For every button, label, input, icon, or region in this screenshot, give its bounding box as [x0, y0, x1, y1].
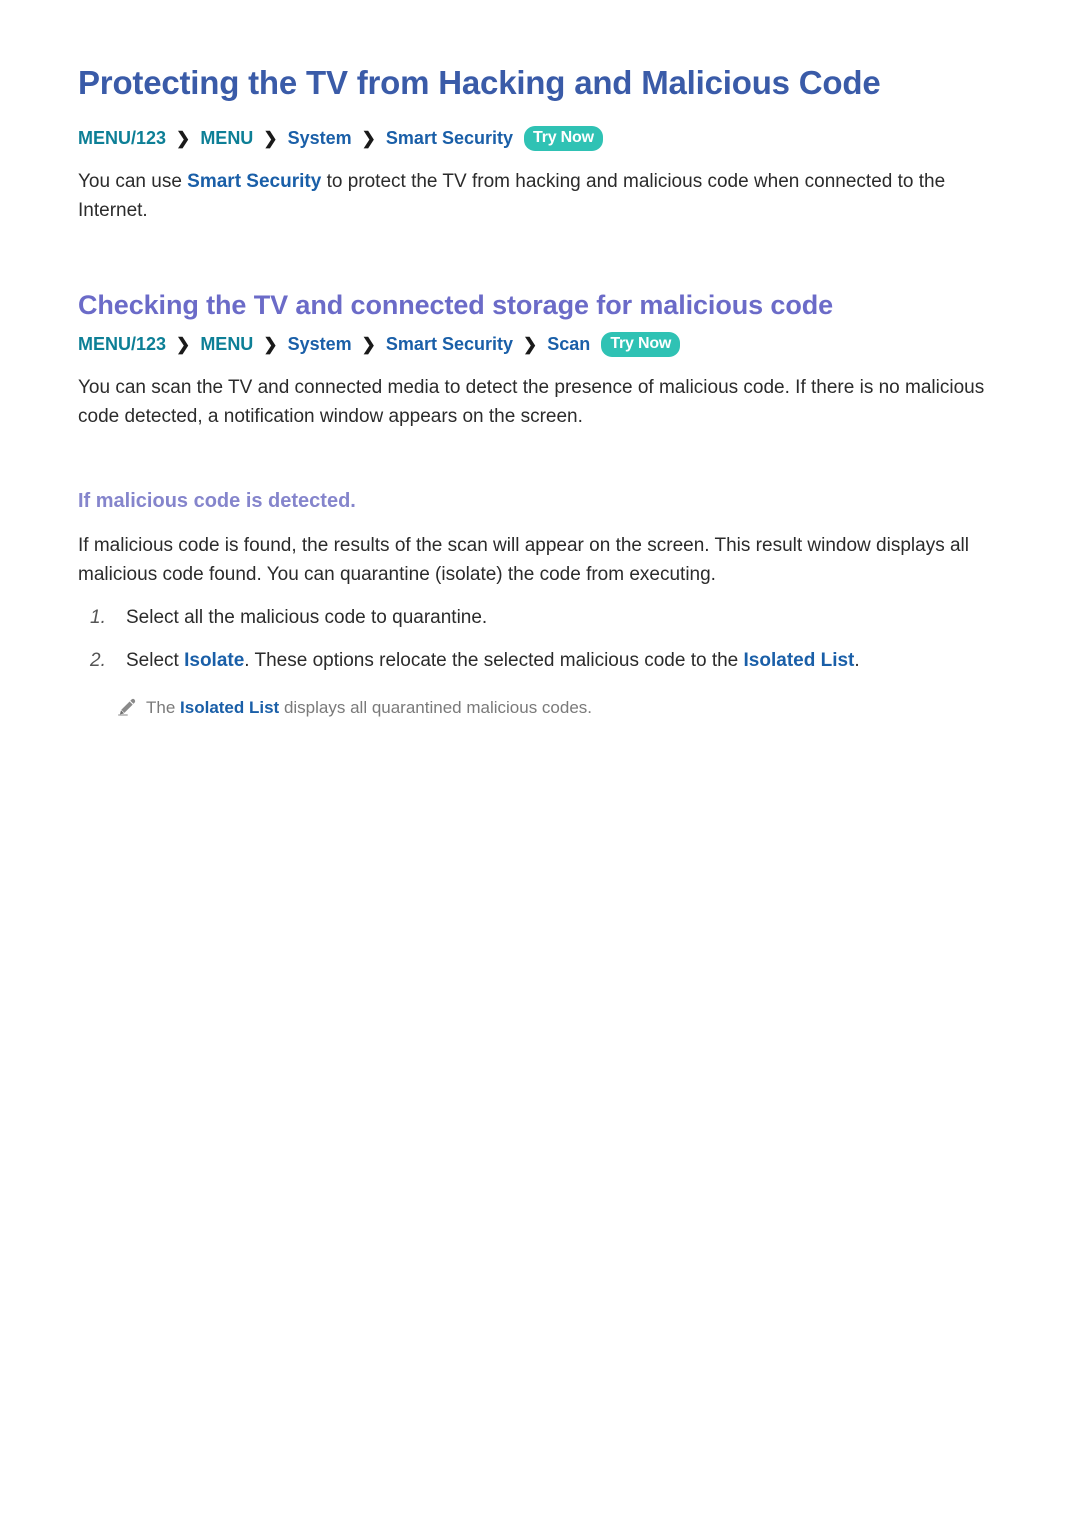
step-text-post: .: [854, 650, 860, 671]
note-isolated-list: The Isolated List displays all quarantin…: [78, 695, 1002, 721]
section2-paragraph: You can scan the TV and connected media …: [78, 377, 985, 427]
inline-link-smart-security[interactable]: Smart Security: [187, 171, 321, 192]
step-text: Select all the malicious code to quarant…: [126, 607, 488, 628]
inline-link-isolated-list[interactable]: Isolated List: [744, 650, 855, 671]
document-page: Protecting the TV from Hacking and Malic…: [0, 0, 1080, 1527]
page-title: Protecting the TV from Hacking and Malic…: [78, 64, 881, 101]
step-number: 2.: [90, 650, 106, 671]
pencil-icon: [116, 697, 136, 717]
section3-heading: If malicious code is detected.: [78, 490, 356, 512]
breadcrumb-smart-security: MENU/123 ❯ MENU ❯ System ❯ Smart Securit…: [78, 125, 1002, 153]
inline-link-isolate[interactable]: Isolate: [184, 650, 244, 671]
section1-paragraph-pre: You can use: [78, 171, 188, 192]
note-text-post: displays all quarantined malicious codes…: [279, 698, 593, 717]
step-text-pre: Select: [126, 650, 185, 671]
breadcrumb-item-menu123[interactable]: MENU/123: [78, 128, 166, 148]
chevron-right-icon: ❯: [361, 335, 376, 354]
try-now-badge[interactable]: Try Now: [524, 126, 603, 151]
breadcrumb-item-system[interactable]: System: [288, 128, 352, 148]
breadcrumb-item-menu[interactable]: MENU: [200, 128, 253, 148]
chevron-right-icon: ❯: [176, 129, 191, 148]
list-item: 2. Select Isolate. These options relocate…: [78, 646, 1002, 675]
breadcrumb-item-system[interactable]: System: [288, 334, 352, 354]
step-text-mid: . These options relocate the selected ma…: [244, 650, 744, 671]
try-now-badge[interactable]: Try Now: [601, 332, 681, 357]
section3-paragraph: If malicious code is found, the results …: [78, 535, 969, 585]
chevron-right-icon: ❯: [523, 335, 538, 354]
chevron-right-icon: ❯: [361, 129, 376, 148]
breadcrumb-item-menu[interactable]: MENU: [200, 334, 253, 354]
chevron-right-icon: ❯: [263, 335, 278, 354]
section1-paragraph: You can use Smart Security to protect th…: [78, 167, 1002, 225]
breadcrumb-item-smart-security[interactable]: Smart Security: [386, 128, 513, 148]
section2-heading: Checking the TV and connected storage fo…: [78, 290, 834, 320]
steps-list: 1. Select all the malicious code to quara…: [78, 603, 1002, 675]
breadcrumb-scan: MENU/123 ❯ MENU ❯ System ❯ Smart Securit…: [78, 331, 1002, 359]
note-text-pre: The: [146, 698, 181, 717]
chevron-right-icon: ❯: [176, 335, 191, 354]
breadcrumb-item-smart-security[interactable]: Smart Security: [386, 334, 513, 354]
breadcrumb-item-menu123[interactable]: MENU/123: [78, 334, 166, 354]
inline-link-isolated-list[interactable]: Isolated List: [180, 698, 279, 717]
breadcrumb-item-scan[interactable]: Scan: [547, 334, 590, 354]
list-item: 1. Select all the malicious code to quara…: [78, 603, 1002, 632]
step-number: 1.: [90, 607, 106, 628]
chevron-right-icon: ❯: [263, 129, 278, 148]
